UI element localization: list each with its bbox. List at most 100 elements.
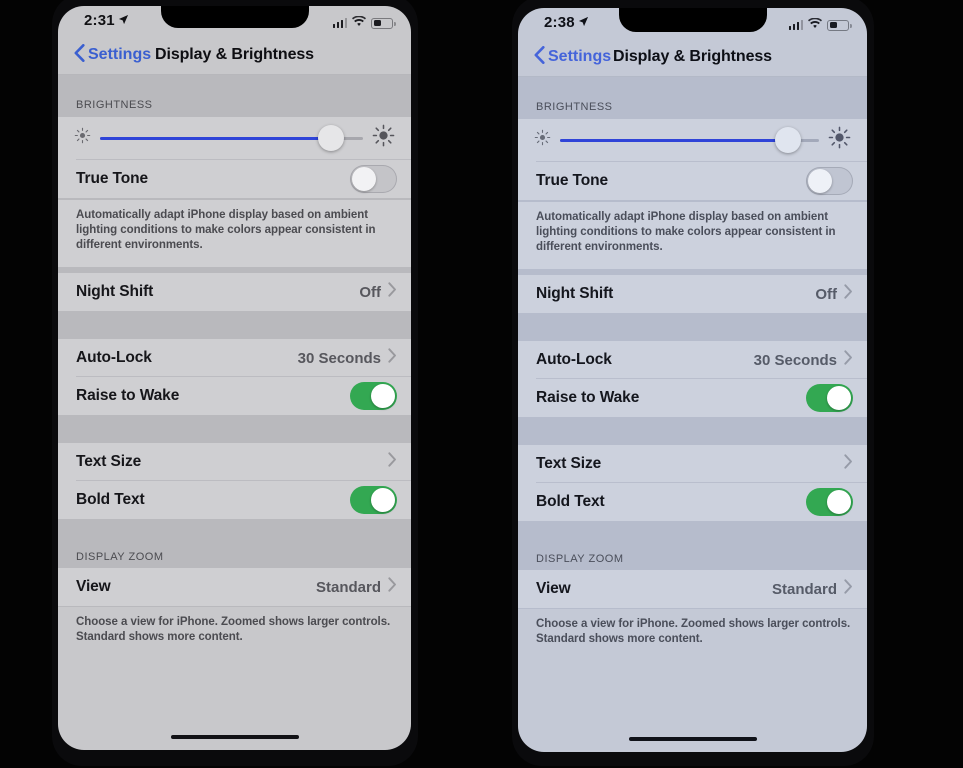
display-zoom-header-area: DISPLAY ZOOM bbox=[518, 545, 867, 570]
brightness-knob[interactable] bbox=[774, 127, 801, 153]
settings-screen-right: 2:38 Settings Display & Brightness BRIGH… bbox=[518, 8, 867, 752]
row-bold-text[interactable]: Bold Text bbox=[58, 481, 411, 519]
row-text-size[interactable]: Text Size bbox=[518, 445, 867, 483]
chevron-right-icon bbox=[844, 454, 853, 474]
display-zoom-header-area: DISPLAY ZOOM bbox=[58, 543, 411, 568]
sun-low-icon bbox=[534, 129, 551, 151]
row-raise-to-wake[interactable]: Raise to Wake bbox=[58, 377, 411, 415]
row-night-shift[interactable]: Night Shift Off bbox=[58, 273, 411, 311]
row-value: 30 Seconds bbox=[297, 349, 381, 367]
section-header-brightness: BRIGHTNESS bbox=[76, 99, 153, 111]
row-auto-lock[interactable]: Auto-Lock 30 Seconds bbox=[518, 341, 867, 379]
row-true-tone[interactable]: True Tone bbox=[518, 162, 867, 200]
brightness-group: True Tone bbox=[58, 117, 411, 198]
row-bold-text[interactable]: Bold Text bbox=[518, 483, 867, 521]
true-tone-toggle[interactable] bbox=[350, 165, 397, 193]
status-clock-time: 2:38 bbox=[544, 14, 575, 31]
row-title: Raise to Wake bbox=[76, 387, 180, 404]
row-value: Standard bbox=[315, 578, 381, 596]
chevron-left-icon bbox=[534, 45, 545, 69]
nav-divider bbox=[58, 74, 411, 75]
phone-left: 2:31 Settings Display & Brightness BRIGH… bbox=[52, 0, 418, 766]
row-true-tone[interactable]: True Tone bbox=[58, 160, 411, 198]
bold-text-toggle[interactable] bbox=[350, 486, 397, 514]
row-night-shift[interactable]: Night Shift Off bbox=[518, 275, 867, 313]
status-clock: 2:31 bbox=[84, 12, 129, 29]
brightness-footer-block: Automatically adapt iPhone display based… bbox=[58, 200, 411, 267]
battery-icon bbox=[371, 17, 396, 29]
chevron-right-icon bbox=[844, 284, 853, 304]
raise-to-wake-toggle[interactable] bbox=[806, 384, 853, 412]
section-header-display-zoom: DISPLAY ZOOM bbox=[536, 553, 624, 565]
chevron-right-icon bbox=[844, 579, 853, 599]
brightness-track[interactable] bbox=[560, 127, 819, 153]
status-clock-time: 2:31 bbox=[84, 12, 115, 29]
home-indicator[interactable] bbox=[628, 737, 757, 741]
nav-bar: Settings Display & Brightness bbox=[58, 36, 411, 74]
home-indicator[interactable] bbox=[170, 735, 299, 739]
section-gap bbox=[518, 521, 867, 545]
display-zoom-footer-note: Choose a view for iPhone. Zoomed shows l… bbox=[536, 618, 851, 645]
scroll-filler bbox=[58, 645, 411, 724]
row-value: Off bbox=[815, 285, 837, 303]
phone-right-body: 2:38 Settings Display & Brightness BRIGH… bbox=[512, 0, 874, 766]
scroll-filler bbox=[518, 647, 867, 726]
row-view[interactable]: View Standard bbox=[518, 570, 867, 608]
row-title: Text Size bbox=[536, 455, 602, 472]
row-view[interactable]: View Standard bbox=[58, 568, 411, 606]
row-value: Off bbox=[359, 283, 381, 301]
brightness-slider-row[interactable] bbox=[58, 117, 411, 159]
text-size-group: Text Size Bold Text bbox=[58, 443, 411, 519]
back-button[interactable]: Settings bbox=[534, 45, 612, 69]
location-arrow-icon bbox=[118, 12, 129, 29]
night-shift-group: Night Shift Off bbox=[518, 275, 867, 313]
bold-text-toggle[interactable] bbox=[806, 488, 853, 516]
brightness-footer-block: Automatically adapt iPhone display based… bbox=[518, 202, 867, 269]
battery-icon bbox=[827, 19, 852, 31]
back-button-label: Settings bbox=[88, 46, 152, 63]
row-title: View bbox=[536, 580, 571, 597]
autolock-group: Auto-Lock 30 Seconds Raise to Wake bbox=[518, 341, 867, 417]
section-gap bbox=[518, 417, 867, 445]
section-header-display-zoom: DISPLAY ZOOM bbox=[76, 551, 164, 563]
night-shift-group: Night Shift Off bbox=[58, 273, 411, 311]
row-title: Night Shift bbox=[536, 285, 614, 302]
row-title: Night Shift bbox=[76, 283, 154, 300]
back-button-label: Settings bbox=[548, 48, 612, 65]
location-arrow-icon bbox=[578, 14, 589, 31]
chevron-right-icon bbox=[388, 282, 397, 302]
true-tone-toggle[interactable] bbox=[806, 167, 853, 195]
row-title: True Tone bbox=[76, 170, 149, 187]
section-gap bbox=[58, 519, 411, 543]
row-text-size[interactable]: Text Size bbox=[58, 443, 411, 481]
chevron-left-icon bbox=[74, 43, 85, 67]
brightness-slider-row[interactable] bbox=[518, 119, 867, 161]
chevron-right-icon bbox=[388, 348, 397, 368]
brightness-track[interactable] bbox=[100, 125, 363, 151]
sun-high-icon bbox=[828, 126, 851, 154]
section-gap bbox=[518, 313, 867, 341]
section-gap bbox=[58, 415, 411, 443]
settings-scroll-area[interactable]: BRIGHTNESS True Tone Automatically adapt… bbox=[518, 77, 867, 726]
row-raise-to-wake[interactable]: Raise to Wake bbox=[518, 379, 867, 417]
phone-left-screen: 2:31 Settings Display & Brightness BRIGH… bbox=[58, 6, 411, 750]
row-auto-lock[interactable]: Auto-Lock 30 Seconds bbox=[58, 339, 411, 377]
notch bbox=[160, 6, 309, 28]
status-indicators bbox=[788, 14, 852, 34]
row-title: Bold Text bbox=[536, 493, 605, 510]
row-value: 30 Seconds bbox=[753, 351, 837, 369]
raise-to-wake-toggle[interactable] bbox=[350, 382, 397, 410]
settings-scroll-area[interactable]: BRIGHTNESS True Tone Automatically adapt… bbox=[58, 75, 411, 724]
chevron-right-icon bbox=[388, 577, 397, 597]
row-value: Standard bbox=[771, 580, 837, 598]
row-title: True Tone bbox=[536, 172, 609, 189]
wifi-icon bbox=[808, 16, 822, 34]
cellular-signal-icon bbox=[788, 20, 803, 30]
brightness-knob[interactable] bbox=[318, 125, 345, 151]
display-zoom-group: View Standard bbox=[58, 568, 411, 606]
brightness-section-header-area: BRIGHTNESS bbox=[518, 85, 867, 119]
back-button[interactable]: Settings bbox=[74, 43, 152, 67]
brightness-group: True Tone bbox=[518, 119, 867, 200]
display-zoom-footer-note: Choose a view for iPhone. Zoomed shows l… bbox=[76, 616, 391, 643]
nav-bar: Settings Display & Brightness bbox=[518, 38, 867, 76]
